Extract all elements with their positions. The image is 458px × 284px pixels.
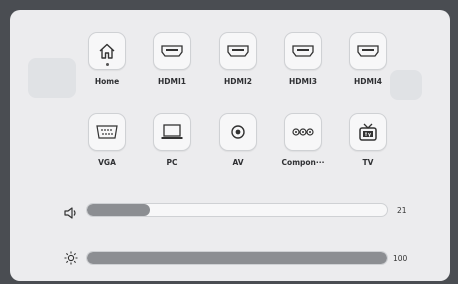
tv-icon (358, 122, 378, 142)
source-label: PC (166, 158, 178, 167)
hdmi-icon (357, 45, 379, 57)
component-icon (292, 127, 314, 137)
hdmi-icon (292, 45, 314, 57)
laptop-icon (161, 124, 183, 140)
source-label: TV (362, 158, 374, 167)
source-label: VGA (98, 158, 116, 167)
source-label: HDMI2 (224, 77, 252, 86)
speaker-icon (64, 204, 78, 223)
tv-tile[interactable] (349, 113, 387, 151)
home-tile[interactable] (88, 32, 126, 70)
source-hdmi3[interactable]: HDMI3 (277, 32, 329, 86)
brightness-fill (87, 252, 387, 264)
hdmi1-tile[interactable] (153, 32, 191, 70)
source-label: HDMI4 (354, 77, 382, 86)
wallpaper-folder-shape (28, 58, 76, 98)
hdmi-icon (227, 45, 249, 57)
component-tile[interactable] (284, 113, 322, 151)
source-av[interactable]: AV (212, 113, 264, 167)
input-source-panel: Home HDMI1 HDMI2 HDMI3 HDMI4 VGA PC AV C… (10, 10, 450, 281)
hdmi2-tile[interactable] (219, 32, 257, 70)
sun-icon (64, 250, 78, 269)
source-label: AV (232, 158, 244, 167)
home-icon (98, 42, 116, 60)
wallpaper-tv-shape (390, 70, 422, 100)
source-component[interactable]: Compon··· (277, 113, 329, 167)
active-indicator (105, 63, 109, 66)
source-label: HDMI3 (289, 77, 317, 86)
source-pc[interactable]: PC (146, 113, 198, 167)
source-home[interactable]: Home (81, 32, 133, 86)
source-hdmi4[interactable]: HDMI4 (342, 32, 394, 86)
brightness-slider[interactable] (86, 251, 388, 265)
hdmi3-tile[interactable] (284, 32, 322, 70)
brightness-value: 100 (393, 254, 408, 263)
volume-slider[interactable] (86, 203, 388, 217)
vga-icon (96, 125, 118, 139)
source-label: Compon··· (281, 158, 325, 167)
av-icon (230, 124, 246, 140)
volume-value: 21 (397, 206, 407, 215)
source-hdmi1[interactable]: HDMI1 (146, 32, 198, 86)
hdmi-icon (161, 45, 183, 57)
source-tv[interactable]: TV (342, 113, 394, 167)
source-hdmi2[interactable]: HDMI2 (212, 32, 264, 86)
source-vga[interactable]: VGA (81, 113, 133, 167)
volume-fill (87, 204, 150, 216)
source-label: Home (94, 77, 120, 86)
av-tile[interactable] (219, 113, 257, 151)
hdmi4-tile[interactable] (349, 32, 387, 70)
pc-tile[interactable] (153, 113, 191, 151)
source-label: HDMI1 (158, 77, 186, 86)
vga-tile[interactable] (88, 113, 126, 151)
